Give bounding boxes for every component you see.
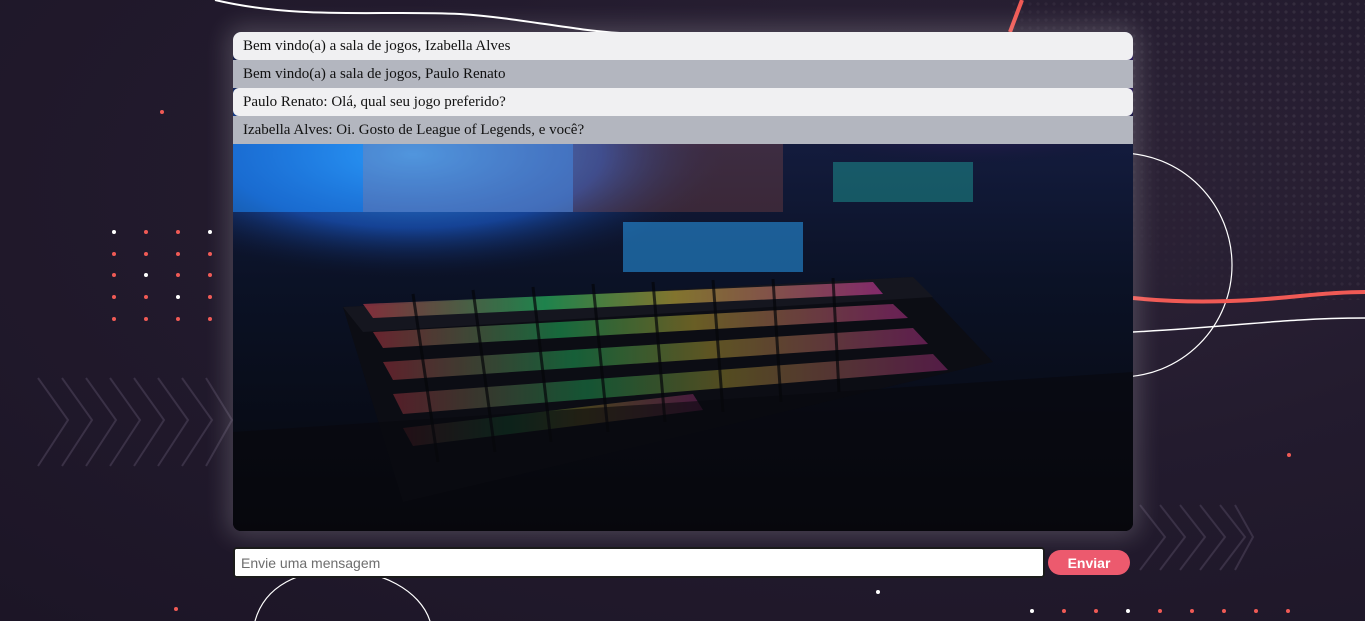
- message-composer: Enviar: [233, 547, 1133, 578]
- decor-dot: [176, 295, 180, 299]
- decor-dot: [112, 317, 116, 321]
- decor-dot: [160, 110, 164, 114]
- decor-dot: [144, 252, 148, 256]
- decor-dot: [144, 273, 148, 277]
- decor-dot: [112, 273, 116, 277]
- decor-dot: [208, 317, 212, 321]
- decor-dot: [174, 607, 178, 611]
- decor-dot: [1287, 453, 1291, 457]
- decor-dot: [208, 230, 212, 234]
- chat-panel: Bem vindo(a) a sala de jogos, Izabella A…: [233, 32, 1133, 531]
- decor-dot: [876, 590, 880, 594]
- decor-dot: [1222, 609, 1226, 613]
- message-input[interactable]: [233, 547, 1045, 578]
- decor-dot: [1254, 609, 1258, 613]
- decor-dot: [1190, 609, 1194, 613]
- decor-dot: [176, 252, 180, 256]
- decor-dot: [1286, 609, 1290, 613]
- decor-dot: [144, 317, 148, 321]
- decor-dot: [112, 295, 116, 299]
- decor-dot: [1126, 609, 1130, 613]
- decor-dot: [112, 230, 116, 234]
- decor-dot: [176, 273, 180, 277]
- send-button[interactable]: Enviar: [1048, 550, 1130, 575]
- decor-dot: [144, 295, 148, 299]
- chat-message: Bem vindo(a) a sala de jogos, Izabella A…: [233, 32, 1133, 60]
- decor-dot: [208, 295, 212, 299]
- decor-dot: [176, 317, 180, 321]
- decor-dot: [112, 252, 116, 256]
- decor-dot: [208, 273, 212, 277]
- decor-dot: [1030, 609, 1034, 613]
- message-list: Bem vindo(a) a sala de jogos, Izabella A…: [233, 32, 1133, 144]
- decor-dot: [176, 230, 180, 234]
- decor-dot: [1062, 609, 1066, 613]
- chat-message: Bem vindo(a) a sala de jogos, Paulo Rena…: [233, 60, 1133, 88]
- decor-dot: [144, 230, 148, 234]
- decor-dot: [1094, 609, 1098, 613]
- decor-dot: [208, 252, 212, 256]
- chat-message: Izabella Alves: Oi. Gosto de League of L…: [233, 116, 1133, 144]
- chat-message: Paulo Renato: Olá, qual seu jogo preferi…: [233, 88, 1133, 116]
- decor-dot: [1158, 609, 1162, 613]
